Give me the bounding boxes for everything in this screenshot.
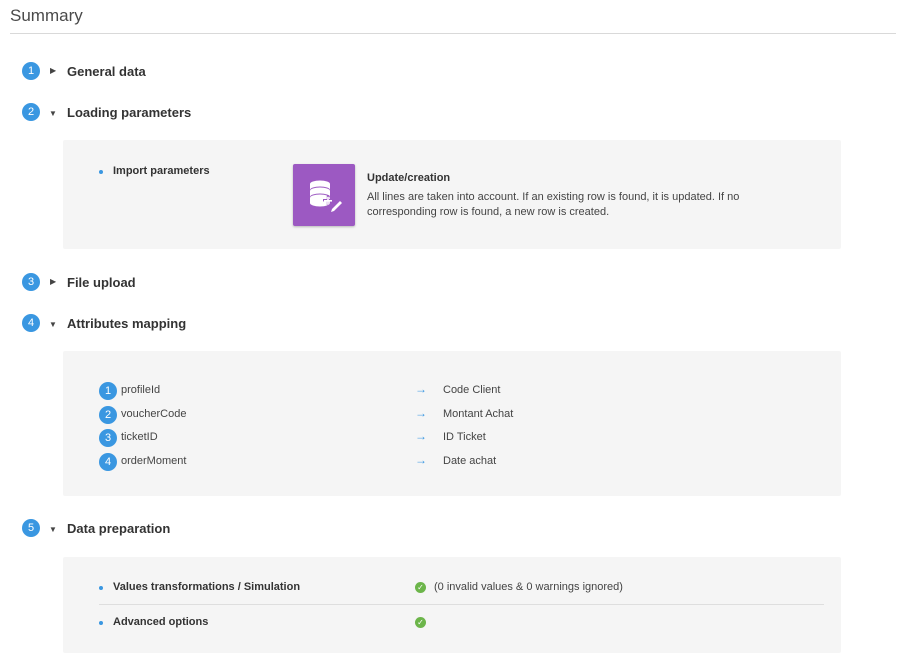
step-number-badge: 3 — [22, 273, 40, 291]
step-number-badge: 5 — [22, 519, 40, 537]
section-title-loading-parameters[interactable]: Loading parameters — [67, 105, 191, 120]
data-preparation-panel: Values transformations / Simulation ✓ (0… — [63, 557, 841, 653]
mapping-source-field: profileId — [121, 384, 161, 396]
mapping-number-badge: 1 — [99, 382, 117, 400]
step-number-badge: 1 — [22, 62, 40, 80]
advanced-options-label: Advanced options — [113, 616, 209, 628]
arrow-right-icon: → — [415, 382, 427, 396]
update-creation-title: Update/creation — [367, 172, 451, 184]
caret-right-icon[interactable]: ▶ — [50, 66, 56, 75]
import-parameters-label: Import parameters — [113, 165, 210, 177]
check-circle-icon: ✓ — [415, 617, 426, 628]
update-creation-description-line2: corresponding row is found, a new row is… — [367, 206, 610, 218]
title-divider — [10, 33, 896, 34]
section-title-attributes-mapping[interactable]: Attributes mapping — [67, 316, 186, 331]
caret-down-icon[interactable]: ▼ — [49, 320, 57, 329]
caret-down-icon[interactable]: ▼ — [49, 109, 57, 118]
mapping-source-field: ticketID — [121, 431, 158, 443]
values-transformations-label: Values transformations / Simulation — [113, 581, 301, 593]
step-number-badge: 2 — [22, 103, 40, 121]
check-circle-icon: ✓ — [415, 582, 426, 593]
database-plus-edit-icon — [293, 164, 355, 226]
loading-parameters-panel: Import parameters Update/creation All li… — [63, 140, 841, 249]
section-title-data-preparation[interactable]: Data preparation — [67, 521, 170, 536]
bullet — [99, 170, 103, 174]
bullet — [99, 621, 103, 625]
arrow-right-icon: → — [415, 453, 427, 467]
mapping-number-badge: 2 — [99, 406, 117, 424]
row-divider — [99, 604, 824, 605]
mapping-target-field: Date achat — [443, 455, 497, 467]
mapping-source-field: voucherCode — [121, 408, 187, 420]
section-title-general-data[interactable]: General data — [67, 64, 146, 79]
update-creation-description-line1: All lines are taken into account. If an … — [367, 191, 740, 203]
values-transformations-result: (0 invalid values & 0 warnings ignored) — [434, 581, 623, 593]
bullet — [99, 586, 103, 590]
arrow-right-icon: → — [415, 429, 427, 443]
arrow-right-icon: → — [415, 406, 427, 420]
step-number-badge: 4 — [22, 314, 40, 332]
mapping-source-field: orderMoment — [121, 455, 187, 467]
mapping-number-badge: 3 — [99, 429, 117, 447]
caret-down-icon[interactable]: ▼ — [49, 525, 57, 534]
mapping-target-field: Code Client — [443, 384, 501, 396]
section-title-file-upload[interactable]: File upload — [67, 275, 136, 290]
mapping-number-badge: 4 — [99, 453, 117, 471]
attributes-mapping-panel: 1 profileId → Code Client 2 voucherCode … — [63, 351, 841, 496]
mapping-target-field: Montant Achat — [443, 408, 514, 420]
mapping-target-field: ID Ticket — [443, 431, 486, 443]
caret-right-icon[interactable]: ▶ — [50, 277, 56, 286]
page-title: Summary — [10, 6, 83, 25]
